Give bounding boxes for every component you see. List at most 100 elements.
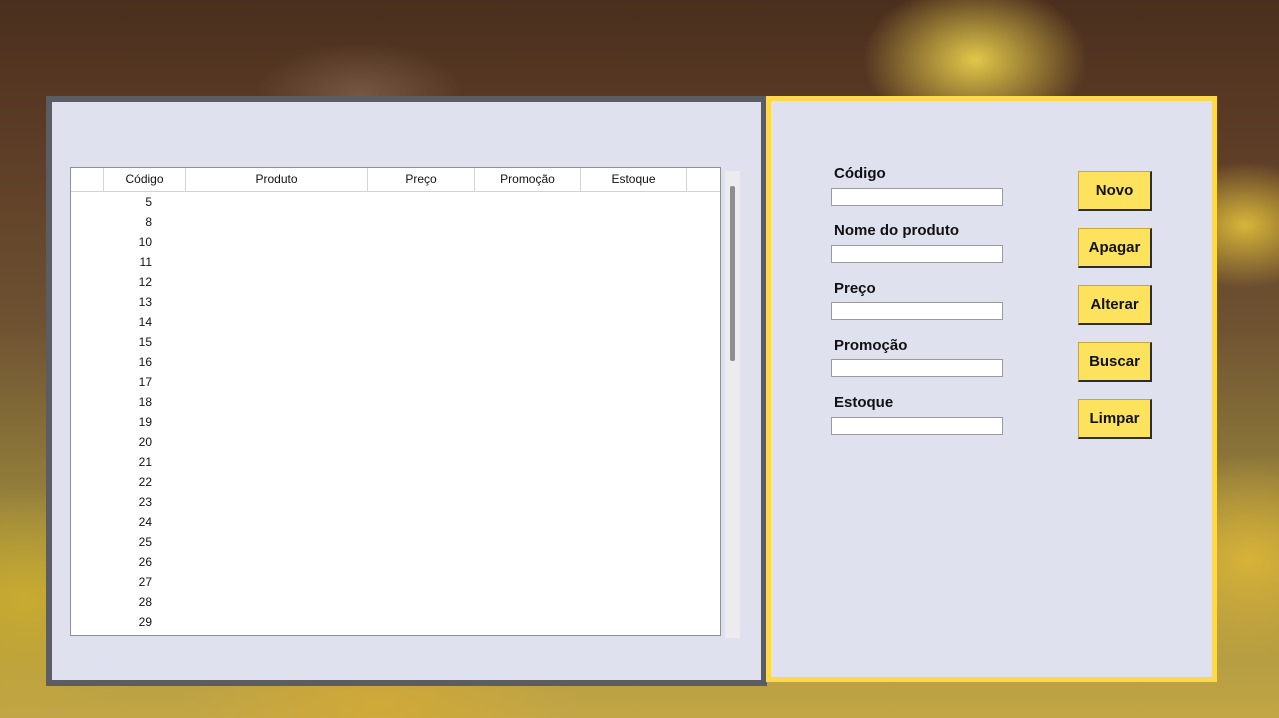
table-cell[interactable]: [186, 372, 368, 392]
table-cell[interactable]: [368, 432, 475, 452]
table-cell[interactable]: [581, 332, 687, 352]
table-cell[interactable]: [581, 412, 687, 432]
column-header-estoque[interactable]: Estoque: [581, 168, 687, 191]
table-cell[interactable]: [581, 492, 687, 512]
table-cell[interactable]: [368, 212, 475, 232]
table-cell[interactable]: [581, 232, 687, 252]
codigo-cell[interactable]: 25: [104, 532, 186, 552]
table-cell[interactable]: [368, 232, 475, 252]
table-cell[interactable]: [475, 552, 581, 572]
scrollbar-thumb[interactable]: [730, 186, 735, 361]
codigo-cell[interactable]: 8: [104, 212, 186, 232]
nome-produto-input[interactable]: [831, 245, 1003, 263]
row-header-column[interactable]: [71, 168, 104, 191]
table-cell[interactable]: [581, 452, 687, 472]
codigo-cell[interactable]: 15: [104, 332, 186, 352]
table-cell[interactable]: [581, 532, 687, 552]
table-cell[interactable]: [186, 252, 368, 272]
table-cell[interactable]: [368, 352, 475, 372]
row-header-cell[interactable]: [71, 352, 104, 372]
table-cell[interactable]: [581, 252, 687, 272]
codigo-cell[interactable]: 14: [104, 312, 186, 332]
row-header-cell[interactable]: [71, 312, 104, 332]
table-row[interactable]: 22: [71, 472, 720, 492]
codigo-cell[interactable]: 29: [104, 612, 186, 632]
table-row[interactable]: 14: [71, 312, 720, 332]
row-header-cell[interactable]: [71, 452, 104, 472]
table-cell[interactable]: [475, 232, 581, 252]
table-cell[interactable]: [368, 252, 475, 272]
table-row[interactable]: 26: [71, 552, 720, 572]
row-header-cell[interactable]: [71, 272, 104, 292]
codigo-cell[interactable]: 21: [104, 452, 186, 472]
codigo-cell[interactable]: 28: [104, 592, 186, 612]
table-cell[interactable]: [368, 512, 475, 532]
table-cell[interactable]: [475, 332, 581, 352]
table-cell[interactable]: [186, 492, 368, 512]
alterar-button[interactable]: Alterar: [1078, 285, 1152, 325]
table-cell[interactable]: [186, 232, 368, 252]
table-cell[interactable]: [368, 332, 475, 352]
table-cell[interactable]: [581, 392, 687, 412]
product-grid[interactable]: Código Produto Preço Promoção Estoque 58…: [70, 167, 721, 636]
table-cell[interactable]: [368, 492, 475, 512]
row-header-cell[interactable]: [71, 192, 104, 212]
table-cell[interactable]: [581, 292, 687, 312]
table-cell[interactable]: [186, 392, 368, 412]
table-row[interactable]: 15: [71, 332, 720, 352]
table-cell[interactable]: [475, 532, 581, 552]
novo-button[interactable]: Novo: [1078, 171, 1152, 211]
table-cell[interactable]: [475, 512, 581, 532]
table-cell[interactable]: [581, 312, 687, 332]
table-cell[interactable]: [368, 472, 475, 492]
codigo-input[interactable]: [831, 188, 1003, 206]
table-cell[interactable]: [475, 252, 581, 272]
codigo-cell[interactable]: 11: [104, 252, 186, 272]
row-header-cell[interactable]: [71, 472, 104, 492]
table-cell[interactable]: [186, 412, 368, 432]
table-cell[interactable]: [368, 532, 475, 552]
table-cell[interactable]: [475, 572, 581, 592]
table-row[interactable]: 18: [71, 392, 720, 412]
table-row[interactable]: 20: [71, 432, 720, 452]
codigo-cell[interactable]: 5: [104, 192, 186, 212]
row-header-cell[interactable]: [71, 572, 104, 592]
column-header-promocao[interactable]: Promoção: [475, 168, 581, 191]
table-cell[interactable]: [581, 272, 687, 292]
codigo-cell[interactable]: 12: [104, 272, 186, 292]
table-row[interactable]: 23: [71, 492, 720, 512]
codigo-cell[interactable]: 13: [104, 292, 186, 312]
promocao-input[interactable]: [831, 359, 1003, 377]
table-row[interactable]: 24: [71, 512, 720, 532]
table-cell[interactable]: [475, 412, 581, 432]
table-cell[interactable]: [186, 352, 368, 372]
table-row[interactable]: 8: [71, 212, 720, 232]
codigo-cell[interactable]: 18: [104, 392, 186, 412]
table-cell[interactable]: [368, 192, 475, 212]
table-cell[interactable]: [368, 372, 475, 392]
codigo-cell[interactable]: 23: [104, 492, 186, 512]
codigo-cell[interactable]: 10: [104, 232, 186, 252]
table-cell[interactable]: [186, 552, 368, 572]
table-cell[interactable]: [368, 272, 475, 292]
table-cell[interactable]: [186, 192, 368, 212]
codigo-cell[interactable]: 26: [104, 552, 186, 572]
table-row[interactable]: 28: [71, 592, 720, 612]
column-header-produto[interactable]: Produto: [186, 168, 368, 191]
table-cell[interactable]: [475, 592, 581, 612]
codigo-cell[interactable]: 24: [104, 512, 186, 532]
table-cell[interactable]: [186, 592, 368, 612]
table-row[interactable]: 16: [71, 352, 720, 372]
table-cell[interactable]: [581, 432, 687, 452]
table-cell[interactable]: [475, 192, 581, 212]
table-cell[interactable]: [475, 452, 581, 472]
table-cell[interactable]: [581, 512, 687, 532]
table-cell[interactable]: [475, 432, 581, 452]
row-header-cell[interactable]: [71, 532, 104, 552]
table-row[interactable]: 29: [71, 612, 720, 632]
row-header-cell[interactable]: [71, 592, 104, 612]
table-cell[interactable]: [186, 472, 368, 492]
table-row[interactable]: 10: [71, 232, 720, 252]
row-header-cell[interactable]: [71, 212, 104, 232]
table-row[interactable]: 12: [71, 272, 720, 292]
